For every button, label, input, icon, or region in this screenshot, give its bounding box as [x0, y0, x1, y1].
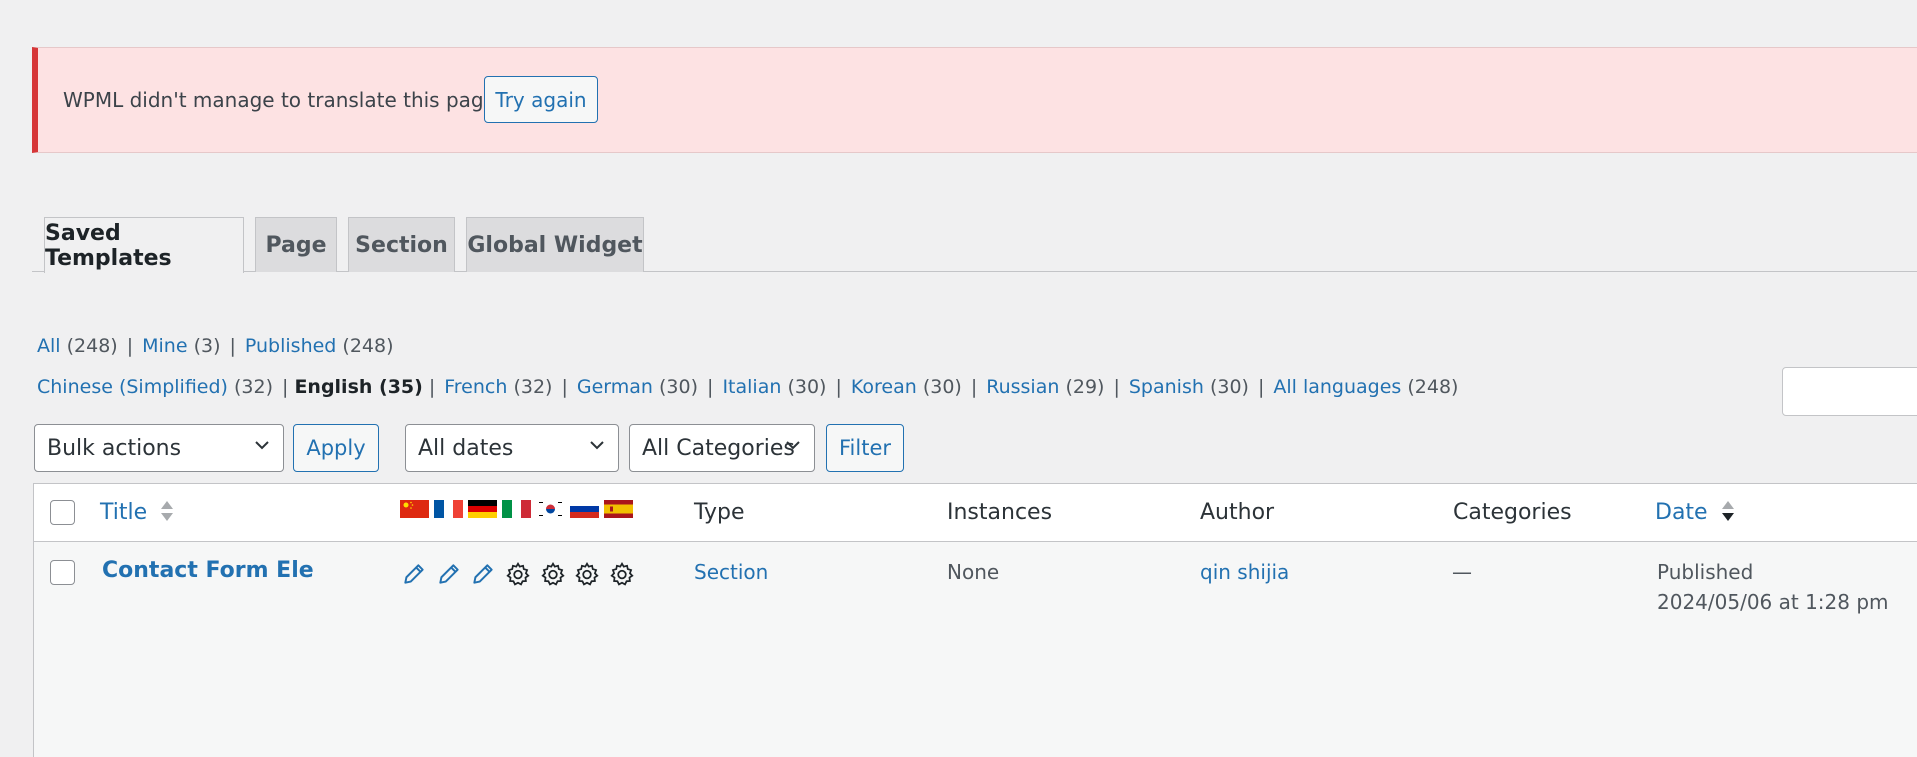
categories-select[interactable]: All Categories	[629, 424, 815, 472]
row-instances: None	[947, 560, 1000, 584]
filter-all-link[interactable]: All	[37, 335, 61, 357]
column-date-label: Date	[1655, 500, 1708, 525]
separator: |	[707, 376, 714, 398]
row-title-link[interactable]: Contact Form Ele	[102, 558, 314, 583]
table-header: Title Type Instances Author Categories D…	[34, 484, 1917, 542]
lang-all-count: (248)	[1407, 376, 1459, 398]
gear-icon[interactable]	[505, 561, 531, 587]
lang-chinese-link[interactable]: Chinese (Simplified)	[37, 376, 228, 398]
row-checkbox[interactable]	[50, 560, 75, 585]
pencil-icon[interactable]	[470, 561, 496, 587]
row-status: Published	[1657, 560, 1754, 584]
lang-french-count: (32)	[513, 376, 553, 398]
korea-flag-icon	[536, 500, 565, 518]
separator: |	[428, 376, 436, 398]
filter-published-link[interactable]: Published	[245, 335, 336, 357]
tab-section[interactable]: Section	[348, 217, 455, 272]
bulk-actions-value: Bulk actions	[47, 435, 182, 461]
column-title-header[interactable]: Title	[100, 500, 174, 525]
italy-flag-icon	[502, 500, 531, 518]
column-categories-header: Categories	[1453, 500, 1572, 525]
lang-german-count: (30)	[659, 376, 699, 398]
lang-korean-count: (30)	[922, 376, 962, 398]
separator: |	[1113, 376, 1120, 398]
tab-page[interactable]: Page	[255, 217, 337, 272]
gear-icon[interactable]	[609, 561, 635, 587]
column-author-header: Author	[1200, 500, 1275, 525]
chevron-down-icon	[255, 441, 269, 450]
lang-italian-count: (30)	[787, 376, 827, 398]
language-filters: Chinese (Simplified) (32) | English (35) | F…	[37, 376, 1458, 398]
row-type-link[interactable]: Section	[694, 560, 768, 584]
lang-chinese-count: (32)	[234, 376, 274, 398]
try-again-button[interactable]: Try again	[484, 76, 598, 123]
tab-global-widget[interactable]: Global Widget	[466, 217, 644, 272]
china-flag-icon	[400, 500, 429, 518]
bulk-actions-select[interactable]: Bulk actions	[34, 424, 284, 472]
lang-all-link[interactable]: All languages	[1273, 376, 1401, 398]
separator: |	[970, 376, 978, 398]
lang-french-link[interactable]: French	[444, 376, 507, 398]
sort-desc-icon	[1721, 501, 1734, 521]
filter-button[interactable]: Filter	[826, 424, 904, 472]
pencil-icon[interactable]	[436, 561, 462, 587]
dates-select[interactable]: All dates	[405, 424, 619, 472]
column-instances-header: Instances	[947, 500, 1053, 525]
separator: |	[835, 376, 842, 398]
lang-russian-link[interactable]: Russian	[986, 376, 1059, 398]
column-title-label: Title	[100, 500, 148, 525]
germany-flag-icon	[468, 500, 497, 518]
separator: |	[126, 335, 134, 357]
lang-spanish-link[interactable]: Spanish	[1129, 376, 1204, 398]
templates-table: Title Type Instances Author Categories D…	[33, 483, 1917, 757]
notice-message: WPML didn't manage to translate this pag…	[63, 88, 503, 112]
status-filters: All (248) | Mine (3) | Published (248)	[37, 335, 394, 357]
sort-icon	[161, 501, 174, 521]
select-all-checkbox[interactable]	[50, 500, 75, 525]
categories-value: All Categories	[642, 435, 795, 461]
filter-mine-count: (3)	[193, 335, 221, 357]
lang-russian-count: (29)	[1065, 376, 1105, 398]
column-date-header[interactable]: Date	[1655, 500, 1735, 525]
pencil-icon[interactable]	[401, 561, 427, 587]
gear-icon[interactable]	[574, 561, 600, 587]
gear-icon[interactable]	[540, 561, 566, 587]
filter-all-count: (248)	[66, 335, 118, 357]
error-notice: WPML didn't manage to translate this pag…	[32, 47, 1917, 153]
separator: |	[1257, 376, 1265, 398]
apply-button[interactable]: Apply	[293, 424, 379, 472]
search-input[interactable]	[1782, 367, 1917, 416]
row-author-link[interactable]: qin shijia	[1200, 560, 1289, 584]
france-flag-icon	[434, 500, 463, 518]
tab-saved-templates[interactable]: Saved Templates	[44, 217, 244, 273]
lang-english-current: English (35)	[294, 376, 423, 398]
row-date: 2024/05/06 at 1:28 pm	[1657, 590, 1889, 614]
russia-flag-icon	[570, 500, 599, 518]
separator: |	[561, 376, 568, 398]
lang-spanish-count: (30)	[1209, 376, 1249, 398]
separator: |	[282, 376, 289, 398]
dates-value: All dates	[418, 435, 514, 461]
lang-german-link[interactable]: German	[577, 376, 653, 398]
separator: |	[229, 335, 236, 357]
lang-italian-link[interactable]: Italian	[722, 376, 781, 398]
filter-published-count: (248)	[342, 335, 394, 357]
chevron-down-icon	[590, 441, 604, 450]
row-categories: —	[1452, 560, 1472, 584]
chevron-down-icon	[786, 441, 800, 450]
spain-flag-icon	[604, 500, 633, 518]
filter-mine-link[interactable]: Mine	[142, 335, 187, 357]
lang-korean-link[interactable]: Korean	[851, 376, 917, 398]
column-type-header: Type	[694, 500, 745, 525]
